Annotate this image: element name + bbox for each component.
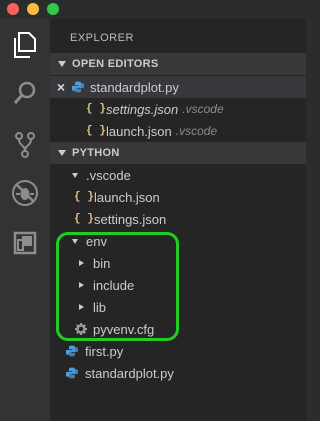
- json-file-icon: { }: [74, 191, 94, 203]
- search-icon[interactable]: [9, 77, 41, 109]
- window-close-button[interactable]: [7, 3, 19, 15]
- python-file-icon: [72, 81, 84, 93]
- file-item[interactable]: standardplot.py: [50, 362, 306, 384]
- json-file-icon: { }: [86, 103, 106, 115]
- python-file-icon: [66, 345, 78, 357]
- workspace-header[interactable]: PYTHON: [50, 142, 306, 164]
- chevron-right-icon: [79, 304, 84, 310]
- file-item[interactable]: { } settings.json: [50, 208, 306, 230]
- debug-icon[interactable]: [9, 177, 41, 209]
- file-item[interactable]: first.py: [50, 340, 306, 362]
- json-file-icon: { }: [86, 125, 106, 137]
- extensions-icon[interactable]: [9, 227, 41, 259]
- source-control-icon[interactable]: [9, 129, 41, 161]
- folder-lib[interactable]: lib: [50, 296, 306, 318]
- folder-include[interactable]: include: [50, 274, 306, 296]
- chevron-down-icon: [72, 238, 78, 244]
- chevron-right-icon: [79, 260, 84, 266]
- window-minimize-button[interactable]: [27, 3, 39, 15]
- open-editor-name: settings.json: [106, 101, 179, 117]
- files-icon[interactable]: [9, 29, 41, 61]
- explorer-title: EXPLORER: [70, 32, 134, 44]
- window-maximize-button[interactable]: [47, 3, 59, 15]
- folder-vscode[interactable]: .vscode: [50, 164, 306, 186]
- chevron-right-icon: [79, 282, 84, 288]
- open-editors-header[interactable]: OPEN EDITORS: [50, 53, 306, 75]
- open-editor-item[interactable]: { } settings.json .vscode: [50, 98, 306, 120]
- chevron-down-icon: [72, 172, 78, 178]
- file-item[interactable]: { } launch.json: [50, 186, 306, 208]
- folder-bin[interactable]: bin: [50, 252, 306, 274]
- title-bar: [0, 0, 306, 19]
- open-editor-folder: .vscode: [175, 124, 218, 138]
- open-editor-item[interactable]: { } launch.json .vscode: [50, 120, 306, 142]
- folder-env[interactable]: env: [50, 230, 306, 252]
- open-editor-name: standardplot.py: [90, 79, 179, 95]
- json-file-icon: { }: [74, 213, 94, 225]
- open-editor-item[interactable]: × standardplot.py: [50, 76, 306, 98]
- gear-icon: [75, 323, 87, 335]
- activity-bar: [0, 19, 50, 421]
- file-item[interactable]: pyvenv.cfg: [50, 318, 306, 340]
- open-editor-folder: .vscode: [182, 102, 224, 116]
- chevron-down-icon: [58, 61, 66, 67]
- close-icon[interactable]: ×: [55, 79, 67, 95]
- chevron-down-icon: [58, 150, 66, 156]
- open-editor-name: launch.json: [106, 123, 172, 139]
- python-file-icon: [66, 367, 78, 379]
- explorer-sidebar: EXPLORER OPEN EDITORS × standardplot.py …: [50, 19, 306, 421]
